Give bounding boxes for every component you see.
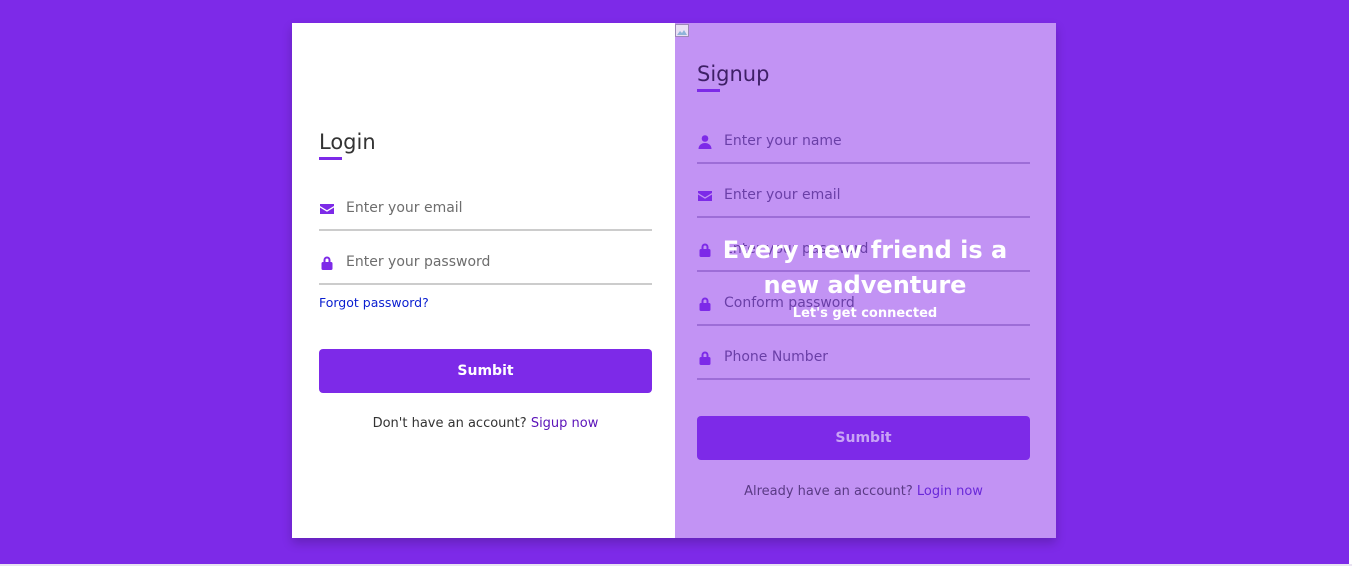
envelope-icon bbox=[319, 201, 335, 217]
signup-email-field[interactable]: Enter your email bbox=[697, 176, 1030, 218]
login-password-field[interactable]: Enter your password bbox=[319, 243, 652, 285]
login-switch-prompt: Don't have an account? bbox=[372, 416, 527, 431]
login-switch-text: Don't have an account? Sigup now bbox=[319, 416, 652, 431]
cover-headline: Every new friend is a new adventure bbox=[722, 236, 1008, 299]
page: Login Enter your email Enter your passwo… bbox=[0, 0, 1352, 566]
login-now-link[interactable]: Login now bbox=[917, 484, 983, 499]
signup-title: Signup bbox=[697, 62, 770, 86]
login-email-placeholder: Enter your email bbox=[346, 200, 463, 216]
login-title: Login bbox=[319, 130, 376, 154]
signup-email-placeholder: Enter your email bbox=[724, 187, 841, 203]
login-submit-button[interactable]: Sumbit bbox=[319, 349, 652, 393]
signup-name-field[interactable]: Enter your name bbox=[697, 122, 1030, 164]
signup-switch-prompt: Already have an account? bbox=[744, 484, 913, 499]
signup-name-placeholder: Enter your name bbox=[724, 133, 842, 149]
signup-title-underline bbox=[697, 89, 720, 92]
auth-card: Login Enter your email Enter your passwo… bbox=[292, 23, 1056, 538]
login-password-placeholder: Enter your password bbox=[346, 254, 491, 270]
lock-icon bbox=[319, 255, 335, 271]
signup-phone-field[interactable]: Phone Number bbox=[697, 338, 1030, 380]
envelope-icon bbox=[697, 188, 713, 204]
signup-now-link[interactable]: Sigup now bbox=[531, 416, 599, 431]
user-icon bbox=[697, 134, 713, 150]
cover-subtext: Let's get connected bbox=[792, 306, 938, 321]
login-email-field[interactable]: Enter your email bbox=[319, 189, 652, 231]
forgot-password-link[interactable]: Forgot password? bbox=[319, 295, 429, 310]
login-title-underline bbox=[319, 157, 342, 160]
signup-submit-button[interactable]: Sumbit bbox=[697, 416, 1030, 460]
login-form: Login Enter your email Enter your passwo… bbox=[292, 23, 675, 538]
lock-icon bbox=[697, 350, 713, 366]
signup-panel: Signup Enter your name Enter your email … bbox=[675, 23, 1056, 538]
signup-switch-text: Already have an account? Login now bbox=[697, 484, 1030, 499]
signup-phone-placeholder: Phone Number bbox=[724, 349, 829, 365]
broken-image-icon bbox=[675, 23, 691, 37]
